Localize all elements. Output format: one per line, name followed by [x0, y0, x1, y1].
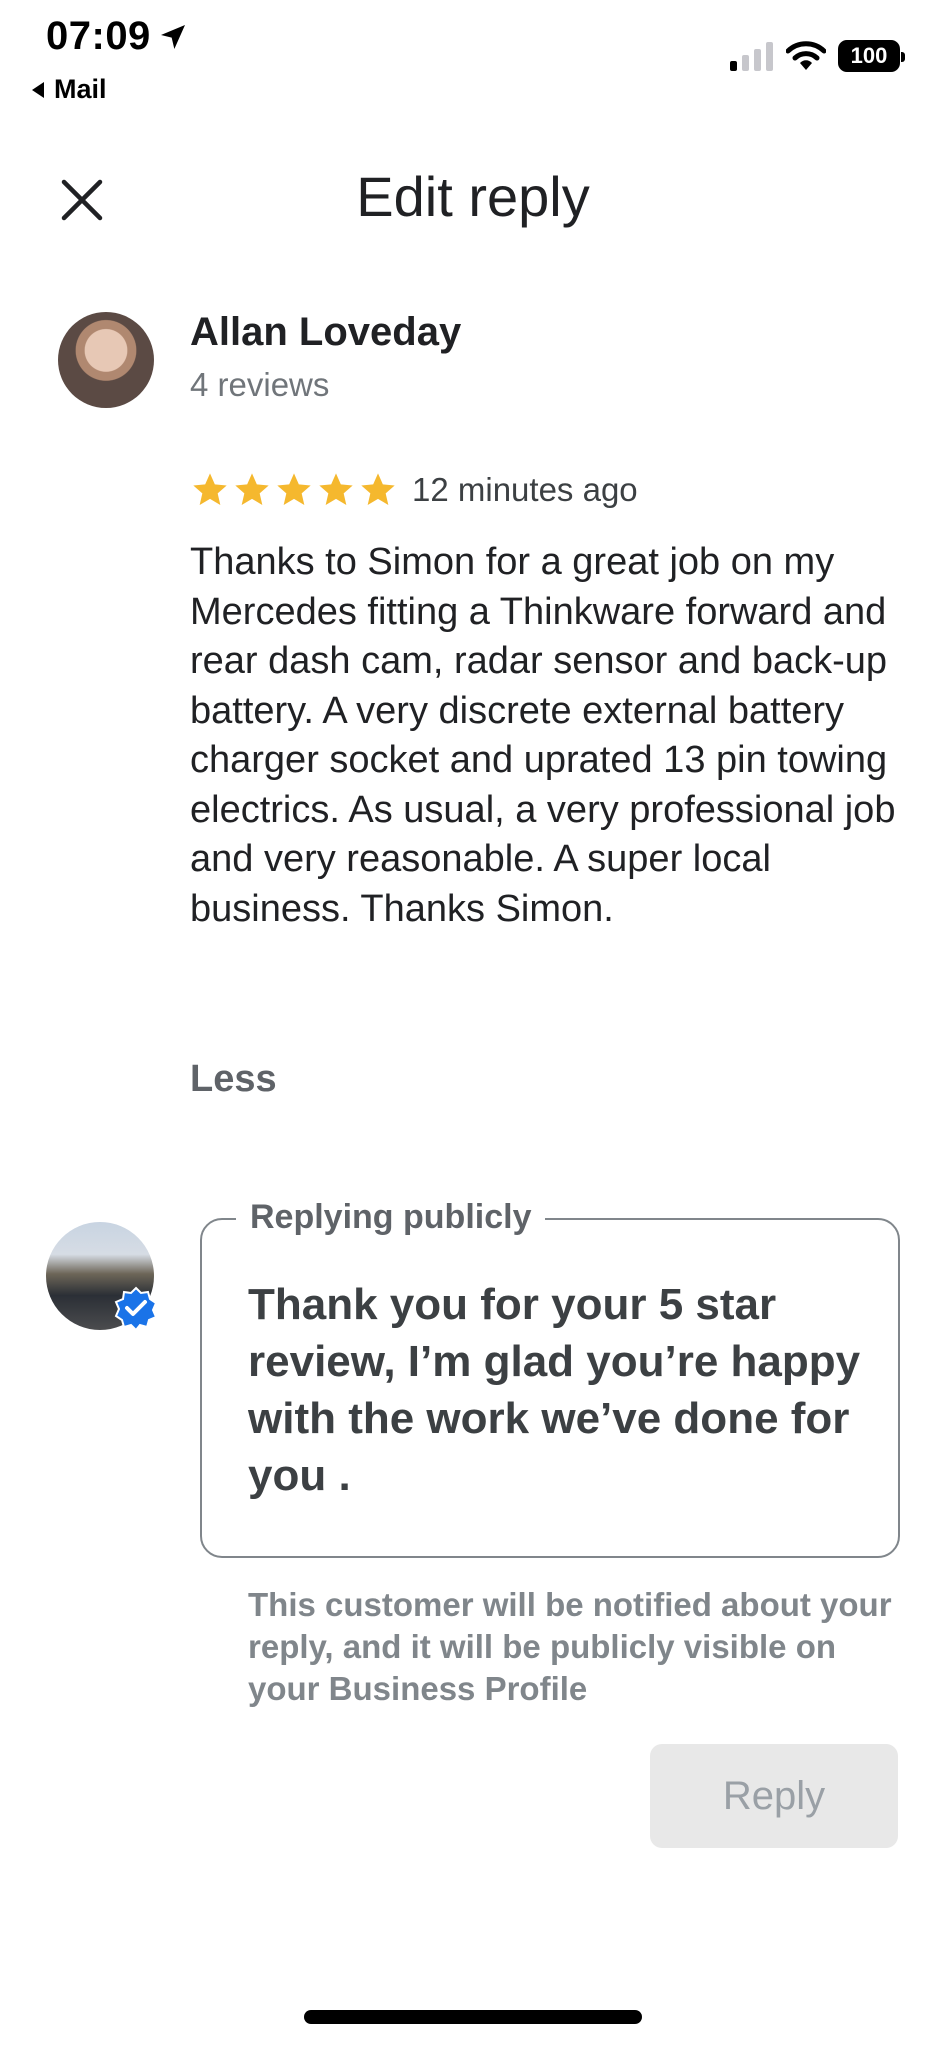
location-arrow-icon: [160, 24, 185, 49]
review-text: Thanks to Simon for a great job on my Me…: [190, 541, 896, 930]
review-time: 12 minutes ago: [412, 471, 638, 508]
rating-row: 12 minutes ago: [190, 470, 638, 510]
star-icon: [235, 473, 269, 505]
battery-icon: 100: [838, 40, 905, 72]
status-indicators: 100: [730, 40, 905, 72]
reviewer-avatar[interactable]: [58, 312, 154, 408]
star-icon: [319, 473, 353, 505]
star-icon: [193, 473, 227, 505]
back-triangle-icon: [32, 81, 44, 98]
clock-label: 07:09: [46, 14, 151, 58]
reply-button[interactable]: Reply: [650, 1744, 898, 1848]
reviewer-review-count: 4 reviews: [190, 366, 330, 403]
wifi-icon: [786, 41, 826, 70]
reply-text-value[interactable]: Thank you for your 5 star review, I’m gl…: [248, 1276, 868, 1504]
page-title: Edit reply: [356, 165, 590, 228]
cellular-signal-icon: [730, 42, 773, 71]
home-indicator[interactable]: [304, 2010, 642, 2024]
verified-check-icon: [114, 1286, 158, 1330]
battery-level: 100: [850, 43, 888, 68]
back-to-app[interactable]: Mail: [30, 74, 107, 105]
star-icon: [361, 473, 395, 505]
back-app-label: Mail: [54, 74, 107, 104]
status-time: 07:09: [46, 14, 189, 59]
reply-notice: This customer will be notified about you…: [248, 1586, 892, 1707]
star-rating: [190, 470, 398, 510]
reply-field-label: Replying publicly: [236, 1198, 546, 1237]
reviewer-name[interactable]: Allan Loveday: [190, 310, 461, 355]
less-button[interactable]: Less: [190, 1058, 277, 1101]
star-icon: [277, 473, 311, 505]
